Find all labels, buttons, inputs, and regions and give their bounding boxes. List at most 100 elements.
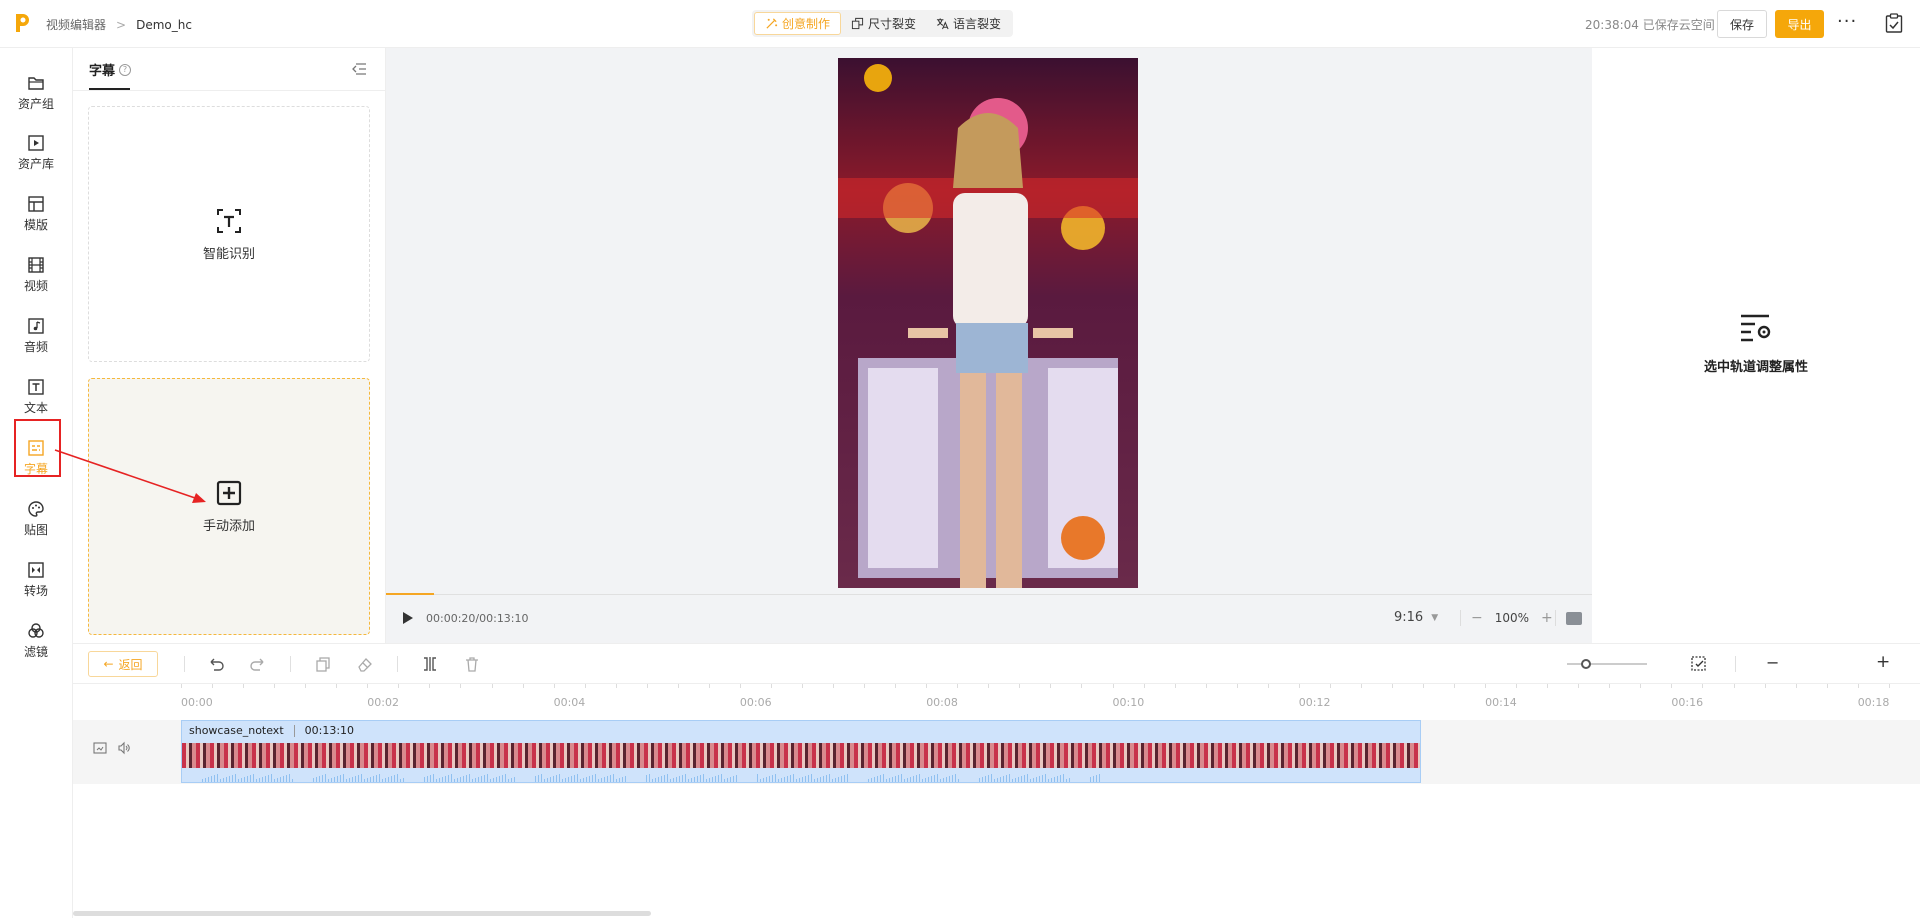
ruler-minor-tick [243,684,245,688]
waveform-bar [1042,775,1043,782]
waveform-bar [655,778,656,782]
volume-icon[interactable] [117,741,131,755]
waveform-bar [709,778,710,782]
progress-fill [386,593,435,595]
waveform-bar [985,776,986,782]
waveform-bar [991,774,992,782]
clip-thumbnails [182,743,1420,768]
export-button[interactable]: 导出 [1775,10,1824,38]
ruler-minor-tick [833,684,835,688]
nav-asset-library[interactable]: 资产库 [0,125,72,181]
video-clip[interactable]: showcase_notext 00:13:10 [181,720,1421,783]
waveform-bar [763,778,764,782]
timeline-zoom-slider[interactable] [1567,663,1647,665]
waveform-bar [313,778,314,782]
waveform-bar [874,777,875,782]
waveform-bar [535,776,536,782]
waveform-bar [445,776,446,782]
ruler-minor-tick [1609,684,1611,688]
waveform-bar [244,777,245,782]
divider [1555,610,1556,626]
eraser-icon[interactable] [356,655,374,673]
ruler-tick-label: 00:04 [553,696,586,709]
waveform-bar [511,778,512,782]
redo-icon[interactable] [249,655,267,673]
ruler-minor-tick [491,684,493,688]
save-button[interactable]: 保存 [1717,10,1767,38]
ruler-minor-tick [1391,684,1393,688]
ruler-tick-label: 00:16 [1671,696,1704,709]
waveform-bar [385,778,386,782]
mode-resize[interactable]: 尺寸裂变 [841,12,926,35]
waveform-bar [343,774,344,782]
waveform-bar [388,777,389,782]
nav-asset-group[interactable]: 资产组 [0,65,72,121]
video-frame[interactable] [838,58,1138,588]
playback-time: 00:00:20/00:13:10 [426,612,529,625]
tab-subtitle[interactable]: 字幕 ? [89,60,132,79]
zoom-out-icon[interactable]: − [1471,610,1483,626]
waveform-bar [211,776,212,782]
auto-recognize-card[interactable]: 智能识别 [88,106,370,362]
collapse-panel-icon[interactable] [351,62,367,76]
waveform-bar [1069,778,1070,782]
waveform-bar [781,778,782,782]
mode-creative[interactable]: 创意制作 [754,12,842,35]
help-icon[interactable]: ? [119,63,132,76]
waveform-bar [391,776,392,782]
track-cover-icon[interactable] [93,741,107,755]
snap-icon[interactable] [1690,655,1708,673]
waveform-bar [997,778,998,782]
waveform-bar [904,779,905,782]
nav-transition[interactable]: 转场 [0,552,72,608]
back-button[interactable]: ← 返回 [88,651,158,677]
waveform-bar [1018,777,1019,782]
manual-add-card[interactable]: 手动添加 [88,378,370,635]
task-list-icon[interactable] [1885,13,1903,33]
zoom-in-icon[interactable]: + [1541,610,1553,626]
nav-asset-group-label: 资产组 [17,97,54,111]
waveform-bar [889,778,890,782]
fullscreen-icon[interactable] [1566,612,1582,625]
nav-audio[interactable]: 音频 [0,308,72,364]
nav-video[interactable]: 视频 [0,247,72,303]
timeline-zoom-knob[interactable] [1581,659,1591,669]
split-icon[interactable] [421,655,439,673]
waveform-bar [487,774,488,782]
divider [73,90,386,91]
ruler-minor-tick [677,684,679,688]
nav-template[interactable]: 模版 [0,186,72,242]
timeline-zoom-in-icon[interactable]: + [1876,652,1890,672]
play-icon[interactable] [402,611,414,625]
waveform-bar [220,779,221,782]
time-ruler[interactable]: 00:00 00:02 00:04 00:06 00:08 00:10 00:12 00:14… [73,683,1920,713]
waveform-bar [1021,776,1022,782]
nav-text[interactable]: 文本 [0,369,72,425]
breadcrumb-root[interactable]: 视频编辑器 [46,16,106,33]
waveform-bar [268,775,269,782]
waveform-bar [1039,776,1040,782]
delete-icon[interactable] [463,655,481,673]
progress-track[interactable] [386,594,1592,595]
divider [397,656,398,672]
waveform-bar [703,774,704,782]
waveform-bar [394,775,395,782]
waveform-bar [1003,776,1004,782]
waveform-bar [661,776,662,782]
mode-translate[interactable]: 语言裂变 [926,12,1011,35]
aspect-ratio-select[interactable]: 9:16 ▼ [1394,610,1438,625]
waveform-bar [1051,778,1052,782]
more-menu-button[interactable]: ··· [1837,11,1857,32]
waveform-bar [316,777,317,782]
waveform-bar [502,775,503,782]
waveform-bar [424,777,425,782]
nav-sticker[interactable]: 贴图 [0,491,72,547]
copy-icon[interactable] [314,655,332,673]
timeline-zoom-out-icon[interactable]: − [1766,653,1779,672]
horizontal-scrollbar[interactable] [73,911,651,916]
divider [184,656,185,672]
nav-filter[interactable]: 滤镜 [0,613,72,669]
waveform-bar [931,776,932,782]
waveform-bar [916,775,917,782]
undo-icon[interactable] [207,655,225,673]
